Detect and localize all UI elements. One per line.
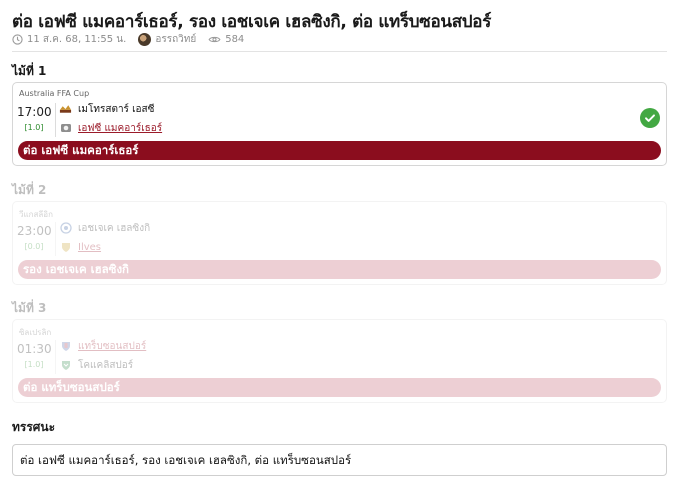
kickoff-time: 17:00	[17, 105, 52, 119]
pick-2-card: วีแกสลีอิก 23:00 [0.0] เอชเจเค เฮลซิงกิ …	[12, 201, 667, 285]
league-name: ซิลเปรลิก	[19, 328, 52, 337]
analysis-heading: ทรรศนะ	[12, 420, 56, 434]
pick-3-card: ซิลเปรลิก 01:30 [1.0] แทร็บซอนสปอร์ โคแค…	[12, 319, 667, 403]
league-name: วีแกสลีอิก	[19, 210, 53, 219]
handicap-odds: [0.0]	[24, 242, 44, 251]
away-team: โคแคลิสปอร์	[59, 358, 133, 372]
kickoff-time: 23:00	[17, 224, 52, 238]
home-team-name[interactable]: เอชเจเค เฮลซิงกิ	[78, 221, 150, 236]
away-team-name[interactable]: โคแคลิสปอร์	[78, 358, 133, 373]
pick-3-label: ไม้ที่ 3	[12, 301, 47, 315]
home-team: แทร็บซอนสปอร์	[59, 339, 146, 353]
analysis-text: ต่อ เอฟซี แมคอาร์เธอร์, รอง เอชเจเค เฮลซ…	[12, 444, 667, 476]
away-team: เอฟซี แมคอาร์เธอร์	[59, 121, 162, 135]
bet-selection-bar: ต่อ แทร็บซอนสปอร์	[18, 378, 661, 397]
publish-date: 11 ส.ค. 68, 11:55 น.	[27, 33, 127, 45]
kickoff-time: 01:30	[17, 342, 52, 356]
league-name: Australia FFA Cup	[19, 89, 90, 98]
home-team: เมโทรสตาร์ เอสซี	[59, 102, 154, 116]
article-meta: 11 ส.ค. 68, 11:55 น. อรรถวิทย์ 584	[12, 31, 244, 47]
header-divider	[12, 51, 667, 52]
club-crest-icon	[59, 340, 72, 353]
club-crest-icon	[59, 359, 72, 372]
clock-icon	[12, 33, 23, 45]
view-count: 584	[225, 33, 245, 45]
author-avatar	[138, 32, 152, 46]
check-icon	[640, 108, 660, 128]
club-crest-icon	[59, 122, 72, 135]
club-crest-icon	[59, 103, 72, 116]
away-team-name[interactable]: Ilves	[78, 242, 101, 253]
pick-1-label: ไม้ที่ 1	[12, 64, 47, 78]
divider	[55, 222, 56, 256]
home-team-name[interactable]: เมโทรสตาร์ เอสซี	[78, 102, 154, 117]
handicap-odds: [1.0]	[24, 360, 44, 369]
club-crest-icon	[59, 222, 72, 235]
divider	[55, 103, 56, 137]
pick-2-label: ไม้ที่ 2	[12, 183, 47, 197]
eye-icon	[208, 35, 221, 44]
home-team-name[interactable]: แทร็บซอนสปอร์	[78, 339, 146, 354]
away-team-name[interactable]: เอฟซี แมคอาร์เธอร์	[78, 121, 162, 136]
club-crest-icon	[59, 241, 72, 254]
bet-selection-bar: ต่อ เอฟซี แมคอาร์เธอร์	[18, 141, 661, 160]
handicap-odds: [1.0]	[24, 123, 44, 132]
divider	[55, 340, 56, 374]
home-team: เอชเจเค เฮลซิงกิ	[59, 221, 150, 235]
pick-1-card: Australia FFA Cup 17:00 [1.0] เมโทรสตาร์…	[12, 82, 667, 166]
author-name[interactable]: อรรถวิทย์	[155, 32, 196, 47]
bet-selection-bar: รอง เอชเจเค เฮลซิงกิ	[18, 260, 661, 279]
away-team: Ilves	[59, 240, 101, 254]
